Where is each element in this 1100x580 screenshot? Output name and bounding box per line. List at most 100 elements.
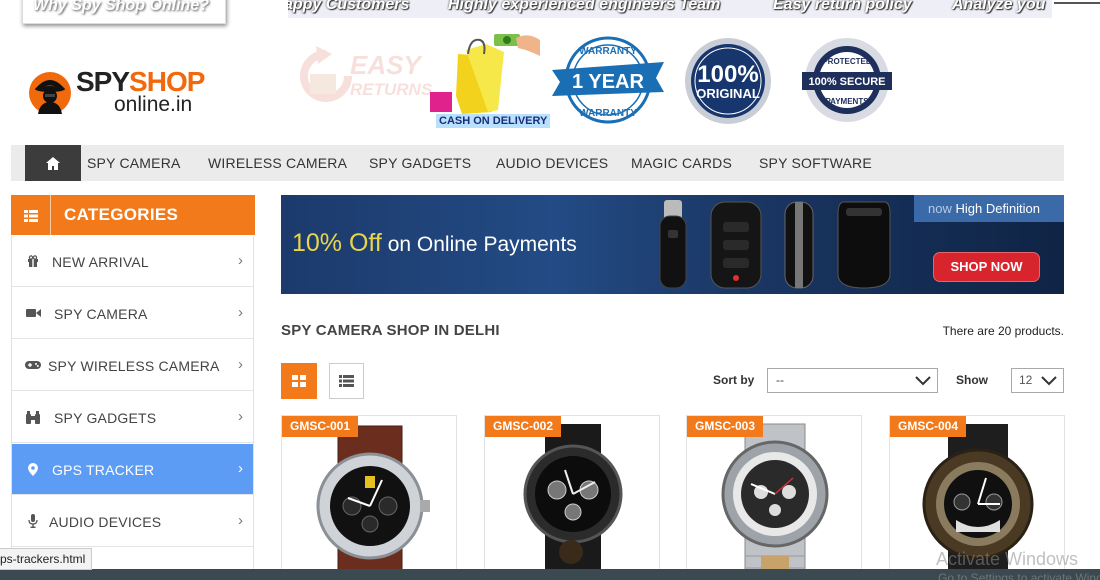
show-label: Show [956,373,988,387]
secure-payments-badge: 100% SECURE PROTECTED PAYMENTS [800,36,894,124]
cash-on-delivery-badge: CASH ON DELIVERY [428,26,551,130]
list-icon [339,375,354,387]
show-value: 12 [1019,373,1033,387]
car-key-camera-icon [659,200,687,289]
sort-by-select[interactable]: -- [767,368,938,393]
warranty-seal-icon: 1 YEAR WARRANTY WARRANTY [552,36,664,124]
chevron-right-icon: › [238,512,243,529]
nav-audio-devices[interactable]: AUDIO DEVICES [496,155,608,171]
chevron-right-icon: › [238,356,243,373]
product-card[interactable]: GMSC-002 [484,415,660,580]
home-icon [46,156,60,170]
site-logo[interactable]: SPYSHOP online.in [28,66,208,118]
svg-text:100%: 100% [697,61,758,88]
cod-label: CASH ON DELIVERY [436,114,551,128]
chevron-right-icon: › [238,304,243,321]
shopping-bag-icon [430,34,540,114]
hd-label: now High Definition [914,195,1064,222]
categories-title: CATEGORIES [64,205,179,224]
product-code: GMSC-002 [485,416,562,437]
car-key-camera-icon [710,201,762,289]
svg-text:WARRANTY: WARRANTY [579,108,637,119]
watch-image [316,425,430,577]
activate-windows-watermark: Activate Windows [936,549,1079,569]
sidebar-item-label: AUDIO DEVICES [49,514,162,530]
sidebar-item-spy-wireless-camera[interactable]: SPY WIRELESS CAMERA › [12,340,253,391]
ticker-item: Easy return policy [773,0,912,13]
sidebar-item-label: SPY WIRELESS CAMERA [48,358,220,374]
svg-text:ORIGINAL: ORIGINAL [696,86,760,101]
nav-magic-cards[interactable]: MAGIC CARDS [631,155,732,171]
activate-windows-subtext: Go to Settings to activate Windows. [938,571,1100,580]
grid-icon [292,375,306,387]
car-key-camera-icon [837,201,891,289]
sidebar-item-gps-tracker[interactable]: GPS TRACKER › [12,444,253,495]
product-card[interactable]: GMSC-001 [281,415,457,580]
why-title: Why Spy Shop Online? [33,0,209,14]
sidebar-item-spy-gadgets[interactable]: SPY GADGETS › [12,392,253,443]
ticker-item: appy Customers [288,0,410,13]
chevron-right-icon: › [238,252,243,269]
video-camera-icon [25,305,41,321]
categories-header: CATEGORIES [11,195,255,236]
home-button[interactable] [25,145,81,181]
show-count-select[interactable]: 12 [1011,368,1064,393]
product-code: GMSC-003 [687,416,764,437]
product-card[interactable]: GMSC-003 [686,415,862,580]
chevron-down-icon [1041,376,1057,386]
sidebar-item-new-arrival[interactable]: NEW ARRIVAL › [12,236,253,287]
product-code: GMSC-004 [890,416,967,437]
nav-spy-software[interactable]: SPY SOFTWARE [759,155,872,171]
banner-offer-text: 10% Off on Online Payments [292,229,577,257]
top-divider [1054,2,1100,4]
original-badge: 100% ORIGINAL [680,36,776,126]
page: Why Spy Shop Online? appy Customers High… [0,0,1100,580]
nav-spy-gadgets[interactable]: SPY GADGETS [369,155,471,171]
chevron-down-icon [915,376,931,386]
sidebar-item-label: NEW ARRIVAL [52,254,149,270]
binoculars-icon [25,409,41,425]
gamepad-icon [25,357,41,373]
easy-text: EASY [350,50,421,80]
sidebar-item-label: SPY CAMERA [54,306,148,322]
chevron-right-icon: › [238,460,243,477]
secure-seal-icon: 100% SECURE PROTECTED PAYMENTS [802,38,892,122]
watch-image [523,424,623,580]
sidebar-item-label: SPY GADGETS [54,410,157,426]
list-view-button[interactable] [329,363,364,399]
car-key-camera-icon [784,201,814,289]
grid-view-button[interactable] [281,363,317,399]
spy-mascot-icon [29,72,71,114]
easy-returns-badge: EASY RETURNS [296,44,432,108]
shop-now-button[interactable]: SHOP NOW [933,252,1040,282]
svg-text:PROTECTED: PROTECTED [822,57,872,66]
grid-list-icon [11,195,51,236]
nav-spy-camera[interactable]: SPY CAMERA [87,155,181,171]
return-arrow-icon [300,46,352,102]
sort-by-label: Sort by [713,373,755,387]
svg-text:1 YEAR: 1 YEAR [572,71,644,93]
chevron-right-icon: › [238,408,243,425]
watch-image [721,423,829,580]
sidebar-item-spy-camera[interactable]: SPY CAMERA › [12,288,253,339]
svg-text:PAYMENTS: PAYMENTS [825,97,869,106]
sidebar-item-label: GPS TRACKER [52,462,155,478]
sort-value: -- [776,373,784,387]
nav-wireless-camera[interactable]: WIRELESS CAMERA [208,155,347,171]
ticker-item: Analyze you [952,0,1046,13]
taskbar [0,569,1100,580]
page-title: SPY CAMERA SHOP IN DELHI [281,322,500,339]
ticker-item: Highly experienced engineers Team [448,0,721,13]
gift-icon [25,253,41,269]
warranty-badge: 1 YEAR WARRANTY WARRANTY [552,34,664,126]
sidebar-item-audio-devices[interactable]: AUDIO DEVICES › [12,496,253,547]
why-spy-shop-box[interactable]: Why Spy Shop Online? [22,0,226,24]
svg-text:WARRANTY: WARRANTY [579,46,637,57]
microphone-icon [25,513,41,529]
status-bar-url: ps-trackers.html [0,548,93,570]
logo-domain: online.in [114,93,193,116]
original-seal-icon: 100% ORIGINAL [685,38,771,124]
product-code: GMSC-001 [282,416,359,437]
promo-banner[interactable]: 10% Off on Online Payments now High Defi… [281,195,1064,294]
svg-text:100% SECURE: 100% SECURE [808,76,885,88]
